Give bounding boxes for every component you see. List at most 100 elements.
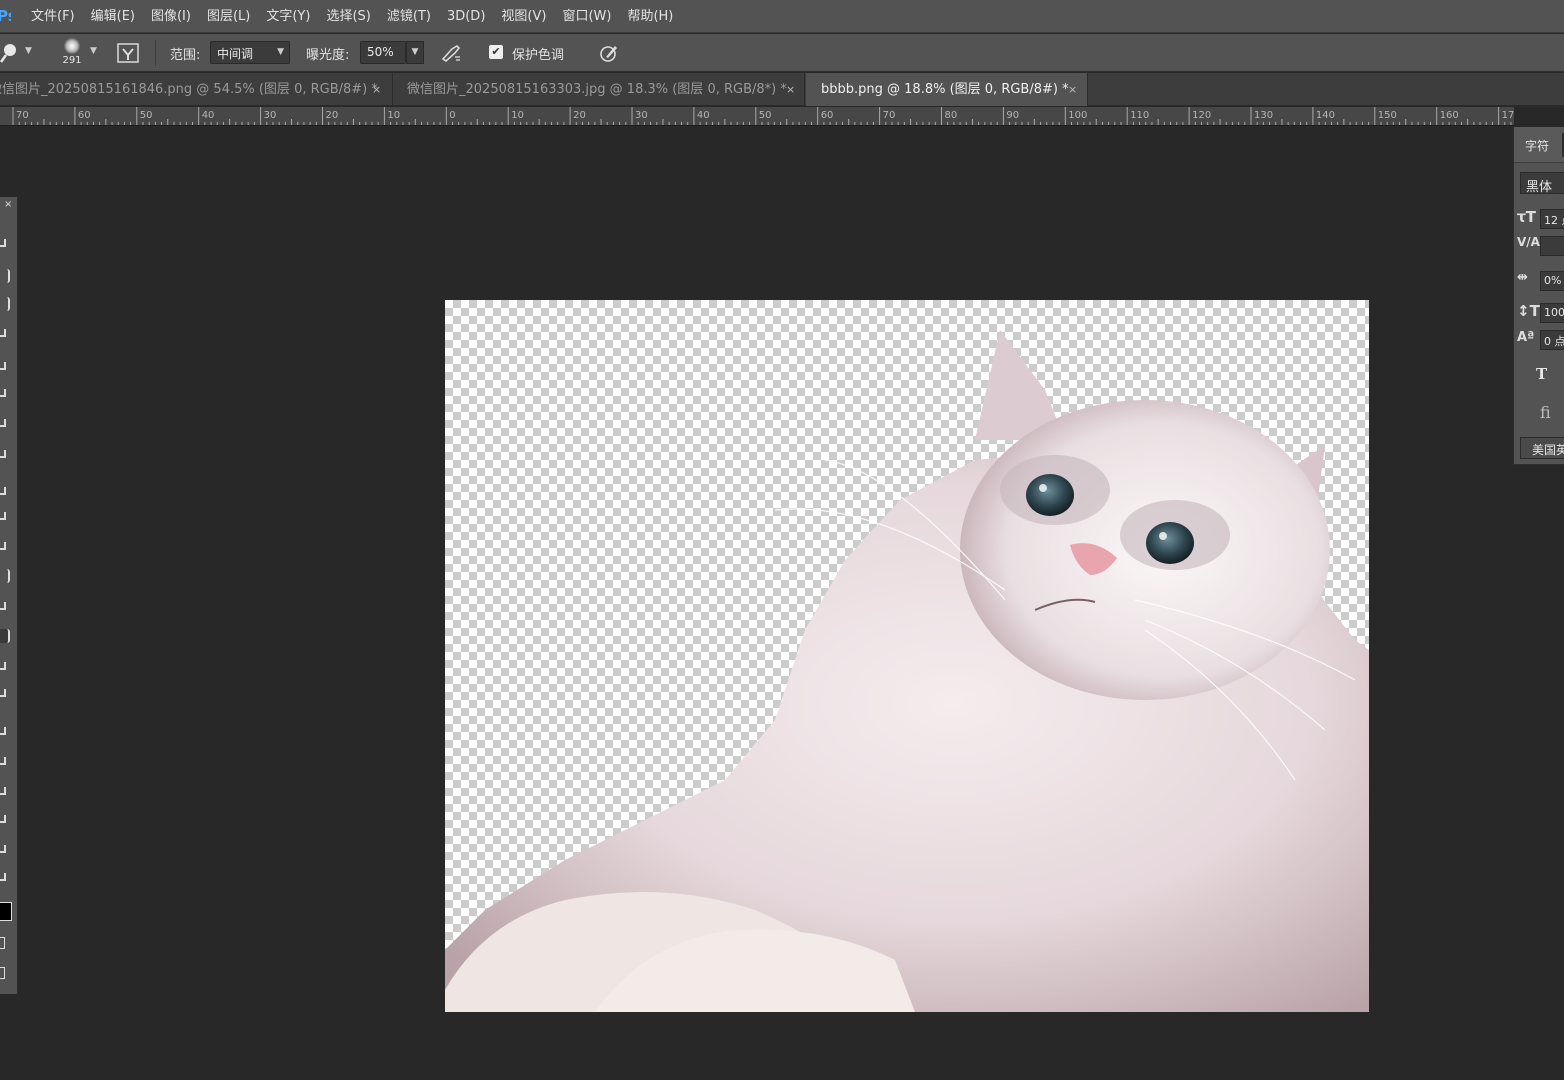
brush-tool-icon[interactable] — [0, 450, 6, 458]
menu-help[interactable]: 帮助(H) — [619, 0, 681, 33]
options-separator — [155, 40, 156, 66]
type-tool-icon[interactable] — [0, 689, 6, 697]
ruler-tick-label: 60 — [821, 110, 834, 121]
tool-preset-chevron-down-icon[interactable]: ▼ — [25, 46, 32, 56]
ligature-button[interactable]: ﬁ — [1540, 403, 1551, 422]
document-tab-2[interactable]: 微信图片_20250815163303.jpg @ 18.3% (图层 0, R… — [394, 73, 805, 106]
ruler-tick-label: 10 — [511, 110, 524, 121]
range-label: 范围: — [170, 48, 201, 63]
menu-window[interactable]: 窗口(W) — [554, 0, 619, 33]
vertical-scale-icon: ↕T — [1517, 302, 1540, 320]
kerning-input[interactable] — [1540, 236, 1564, 256]
stamp-tool-icon[interactable] — [0, 487, 6, 495]
pressure-size-icon[interactable] — [598, 43, 620, 63]
exposure-label: 曝光度: — [306, 48, 350, 63]
baseline-shift-icon: Aª — [1517, 330, 1535, 345]
soft-brush-icon — [64, 38, 80, 54]
pen-tool-icon[interactable] — [0, 662, 6, 670]
menu-filter[interactable]: 滤镜(T) — [379, 0, 439, 33]
baseline-shift-input[interactable]: 0 点 — [1540, 330, 1564, 350]
range-chevron-down-icon: ▼ — [277, 47, 284, 57]
gradient-tool-icon[interactable] — [0, 569, 10, 583]
horizontal-ruler[interactable]: 70 60 50 40 30 20 10 0 10 20 30 40 50 60 70 80 90 100 110 1… — [0, 107, 1514, 126]
ruler-tick-label: 0 — [449, 110, 455, 121]
document-tab-1[interactable]: 微信图片_20250815161846.png @ 54.5% (图层 0, R… — [0, 73, 393, 106]
ruler-tick-label: 20 — [326, 110, 339, 121]
crop-tool-icon[interactable] — [0, 362, 6, 370]
ruler-ticks: 70 60 50 40 30 20 10 0 10 20 30 40 50 60 70 80 90 100 110 1… — [12, 107, 1514, 125]
character-panel: 字符 黑体 ꚍT 12 点 V/A ⇹ 0% ↕T 100% Aª 0 点 T … — [1513, 127, 1564, 465]
ruler-tick-label: 140 — [1316, 110, 1335, 121]
document-canvas[interactable] — [445, 300, 1369, 1012]
hand-tool-icon[interactable] — [0, 787, 6, 795]
dodge-tool-active-icon[interactable] — [0, 629, 10, 643]
menu-3d[interactable]: 3D(D) — [439, 0, 493, 33]
ruler-tick-label: 60 — [78, 110, 91, 121]
tab-character[interactable]: 字符 — [1514, 127, 1564, 163]
menu-image[interactable]: 图像(I) — [143, 0, 199, 33]
language-select[interactable]: 美国英语 — [1520, 437, 1564, 459]
range-select[interactable]: 中间调 ▼ — [210, 41, 290, 64]
foreground-color-swatch[interactable] — [0, 902, 12, 921]
vertical-scale-input[interactable]: 100% — [1540, 303, 1564, 323]
ruler-tick-label: 50 — [759, 110, 772, 121]
ruler-tick-label: 130 — [1254, 110, 1273, 121]
ruler-tick-label: 70 — [883, 110, 896, 121]
blur-tool-icon[interactable] — [0, 602, 6, 610]
menu-type[interactable]: 文字(Y) — [258, 0, 318, 33]
menu-file[interactable]: 文件(F) — [23, 0, 83, 33]
menu-edit[interactable]: 编辑(E) — [83, 0, 143, 33]
marquee-tool-icon[interactable] — [0, 269, 10, 283]
quick-mask-icon[interactable] — [0, 937, 5, 949]
ruler-tick-label: 30 — [635, 110, 648, 121]
path-selection-tool-icon[interactable] — [0, 727, 6, 735]
ruler-tick-label: 70 — [16, 110, 29, 121]
protect-tones-checkbox[interactable]: ✔ — [489, 45, 503, 59]
ruler-tick-label: 20 — [573, 110, 586, 121]
ruler-tick-label: 100 — [1068, 110, 1087, 121]
menu-view[interactable]: 视图(V) — [493, 0, 554, 33]
brush-panel-toggle-icon[interactable] — [117, 43, 139, 63]
protect-tones-label: 保护色调 — [512, 48, 565, 63]
eraser-tool-icon[interactable] — [0, 542, 6, 550]
cat-eye-shape — [1146, 522, 1194, 564]
tab-close-icon[interactable]: × — [786, 73, 795, 106]
ruler-tick-label: 40 — [697, 110, 710, 121]
brush-picker-chevron-down-icon[interactable]: ▼ — [90, 46, 97, 56]
exposure-input[interactable]: 50% — [360, 41, 406, 64]
tab-close-icon[interactable]: × — [372, 73, 381, 106]
photoshop-logo-icon: Ps — [0, 7, 11, 25]
tools-close-icon[interactable]: × — [4, 199, 12, 210]
document-tab-bar: 微信图片_20250815161846.png @ 54.5% (图层 0, R… — [0, 73, 1564, 106]
eyedropper-tool-icon[interactable] — [0, 389, 6, 397]
font-size-input[interactable]: 12 点 — [1540, 209, 1564, 229]
brush-size-value: 291 — [62, 55, 82, 66]
document-tab-title: 微信图片_20250815163303.jpg @ 18.3% (图层 0, R… — [407, 82, 787, 97]
menu-select[interactable]: 选择(S) — [318, 0, 378, 33]
font-size-icon: ꚍT — [1517, 208, 1536, 226]
healing-tool-icon[interactable] — [0, 419, 6, 427]
screen-mode-icon[interactable] — [0, 967, 5, 979]
ruler-tick-label: 30 — [264, 110, 277, 121]
more-tools-icon[interactable] — [0, 845, 6, 853]
tracking-input[interactable]: 0% — [1540, 271, 1564, 291]
shape-tool-icon[interactable] — [0, 757, 6, 765]
document-tab-3-active[interactable]: bbbb.png @ 18.8% (图层 0, RGB/8#) * × — [806, 73, 1088, 106]
move-tool-icon[interactable] — [0, 239, 6, 247]
ruler-tick-label: 90 — [1006, 110, 1019, 121]
brush-preset-picker[interactable]: 291 — [58, 38, 86, 68]
font-family-select[interactable]: 黑体 — [1520, 172, 1564, 195]
menu-layer[interactable]: 图层(L) — [199, 0, 258, 33]
dodge-tool-icon[interactable] — [0, 43, 22, 63]
faux-bold-button[interactable]: T — [1536, 365, 1547, 383]
magic-wand-tool-icon[interactable] — [0, 329, 6, 337]
airbrush-toggle-icon[interactable] — [440, 43, 462, 63]
exposure-slider-chevron-down-icon[interactable]: ▼ — [406, 41, 424, 64]
ruler-tick-label: 50 — [140, 110, 153, 121]
swap-colors-icon[interactable] — [0, 873, 6, 881]
ruler-tick-label: 150 — [1378, 110, 1397, 121]
zoom-tool-icon[interactable] — [0, 815, 6, 823]
history-brush-tool-icon[interactable] — [0, 512, 6, 520]
lasso-tool-icon[interactable] — [0, 297, 10, 311]
tab-close-icon[interactable]: × — [1068, 73, 1077, 106]
